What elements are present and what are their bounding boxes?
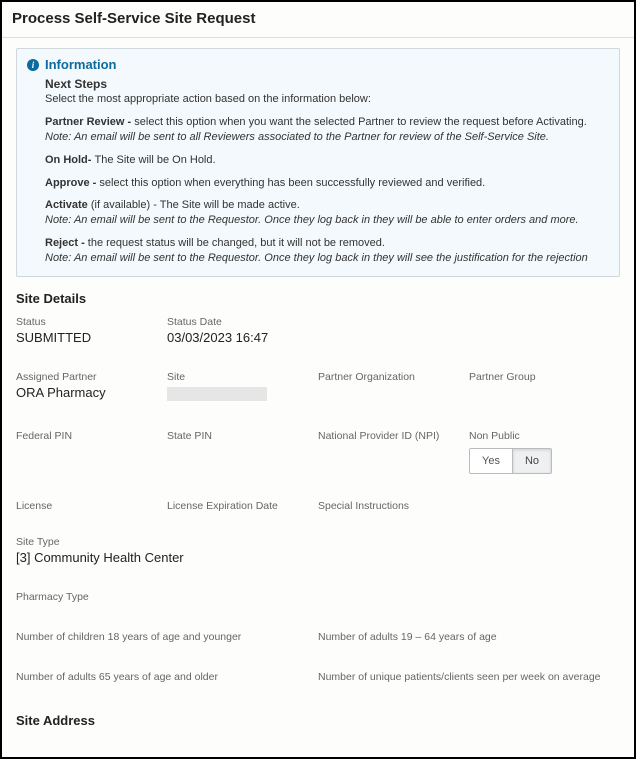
label-license-exp: License Expiration Date xyxy=(167,500,310,512)
row-site-type: Site Type [3] Community Health Center xyxy=(16,536,620,565)
approve-label: Approve - xyxy=(45,177,99,189)
non-public-toggle[interactable]: Yes No xyxy=(469,448,552,474)
cell-license: License xyxy=(16,500,167,514)
label-partner-org: Partner Organization xyxy=(318,371,461,383)
info-approve: Approve - select this option when everyt… xyxy=(45,176,609,191)
reject-text: the request status will be changed, but … xyxy=(88,237,385,249)
info-reject: Reject - the request status will be chan… xyxy=(45,236,609,266)
activate-note: Note: An email will be sent to the Reque… xyxy=(45,214,579,226)
cell-state-pin: State PIN xyxy=(167,430,318,474)
label-assigned-partner: Assigned Partner xyxy=(16,371,159,383)
cell-site-type: Site Type [3] Community Health Center xyxy=(16,536,620,565)
value-site-redacted xyxy=(167,387,267,401)
cell-partner-group: Partner Group xyxy=(469,371,620,404)
cell-adults-65: Number of adults 65 years of age and old… xyxy=(16,671,318,685)
cell-partner-org: Partner Organization xyxy=(318,371,469,404)
cell-status: Status SUBMITTED xyxy=(16,316,167,345)
window: Process Self-Service Site Request i Info… xyxy=(0,0,636,759)
info-onhold: On Hold- The Site will be On Hold. xyxy=(45,153,609,168)
onhold-label: On Hold- xyxy=(45,154,95,166)
activate-text: The Site will be made active. xyxy=(160,199,300,211)
label-children: Number of children 18 years of age and y… xyxy=(16,631,310,643)
cell-npi: National Provider ID (NPI) xyxy=(318,430,469,474)
value-site-type: [3] Community Health Center xyxy=(16,550,612,565)
site-details-title: Site Details xyxy=(16,291,620,306)
partner-review-label: Partner Review - xyxy=(45,116,134,128)
row-pharmacy-type: Pharmacy Type xyxy=(16,591,620,605)
info-activate: Activate (if available) - The Site will … xyxy=(45,198,609,228)
row-partner: Assigned Partner ORA Pharmacy Site Partn… xyxy=(16,371,620,404)
label-adults-19-64: Number of adults 19 – 64 years of age xyxy=(318,631,612,643)
cell-assigned-partner: Assigned Partner ORA Pharmacy xyxy=(16,371,167,404)
cell-status-date: Status Date 03/03/2023 16:47 xyxy=(167,316,318,345)
label-license: License xyxy=(16,500,159,512)
value-status-date: 03/03/2023 16:47 xyxy=(167,330,310,345)
reject-note: Note: An email will be sent to the Reque… xyxy=(45,252,588,264)
cell-license-exp: License Expiration Date xyxy=(167,500,318,514)
label-site: Site xyxy=(167,371,310,383)
activate-paren: (if available) - xyxy=(91,199,160,211)
label-npi: National Provider ID (NPI) xyxy=(318,430,461,442)
info-partner-review: Partner Review - select this option when… xyxy=(45,115,609,145)
label-status: Status xyxy=(16,316,159,328)
label-pharmacy-type: Pharmacy Type xyxy=(16,591,612,603)
content: i Information Next Steps Select the most… xyxy=(2,38,634,748)
info-icon: i xyxy=(27,59,39,71)
value-status: SUBMITTED xyxy=(16,330,159,345)
cell-children: Number of children 18 years of age and y… xyxy=(16,631,318,645)
row-adults65-unique: Number of adults 65 years of age and old… xyxy=(16,671,620,685)
cell-adults-19-64: Number of adults 19 – 64 years of age xyxy=(318,631,620,645)
cell-unique: Number of unique patients/clients seen p… xyxy=(318,671,620,685)
info-header: i Information xyxy=(27,57,609,72)
info-panel: i Information Next Steps Select the most… xyxy=(16,48,620,277)
label-status-date: Status Date xyxy=(167,316,310,328)
row-status: Status SUBMITTED Status Date 03/03/2023 … xyxy=(16,316,620,345)
non-public-no[interactable]: No xyxy=(512,449,551,473)
non-public-yes[interactable]: Yes xyxy=(470,449,512,473)
row-children-adults: Number of children 18 years of age and y… xyxy=(16,631,620,645)
activate-label: Activate xyxy=(45,199,91,211)
label-site-type: Site Type xyxy=(16,536,612,548)
site-address-title: Site Address xyxy=(16,713,620,728)
label-partner-group: Partner Group xyxy=(469,371,612,383)
partner-review-note: Note: An email will be sent to all Revie… xyxy=(45,131,549,143)
label-non-public: Non Public xyxy=(469,430,612,442)
reject-label: Reject - xyxy=(45,237,88,249)
cell-non-public: Non Public Yes No xyxy=(469,430,620,474)
value-assigned-partner: ORA Pharmacy xyxy=(16,385,159,400)
label-special: Special Instructions xyxy=(318,500,461,512)
info-body: Next Steps Select the most appropriate a… xyxy=(27,76,609,266)
label-adults-65: Number of adults 65 years of age and old… xyxy=(16,671,310,683)
header-bar: Process Self-Service Site Request xyxy=(2,2,634,38)
info-title: Information xyxy=(45,57,117,72)
label-state-pin: State PIN xyxy=(167,430,310,442)
cell-special: Special Instructions xyxy=(318,500,469,514)
cell-pharmacy-type: Pharmacy Type xyxy=(16,591,620,605)
next-steps-intro: Select the most appropriate action based… xyxy=(45,92,609,107)
cell-site: Site xyxy=(167,371,318,404)
label-federal-pin: Federal PIN xyxy=(16,430,159,442)
next-steps-heading: Next Steps xyxy=(45,76,609,92)
approve-text: select this option when everything has b… xyxy=(99,177,485,189)
page-title: Process Self-Service Site Request xyxy=(12,10,624,27)
row-license: License License Expiration Date Special … xyxy=(16,500,620,514)
cell-federal-pin: Federal PIN xyxy=(16,430,167,474)
label-unique: Number of unique patients/clients seen p… xyxy=(318,671,612,683)
row-pins: Federal PIN State PIN National Provider … xyxy=(16,430,620,474)
onhold-text: The Site will be On Hold. xyxy=(95,154,216,166)
partner-review-text: select this option when you want the sel… xyxy=(134,116,586,128)
